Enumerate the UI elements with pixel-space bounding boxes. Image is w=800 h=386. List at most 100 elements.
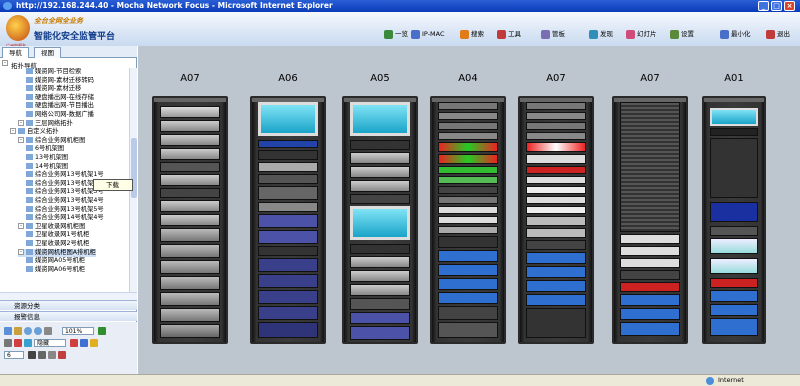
switch-unit[interactable] (526, 154, 586, 164)
server-unit[interactable] (350, 256, 410, 268)
storage-unit[interactable] (710, 318, 758, 336)
tree-item[interactable]: 媒资网-素材迁移转码 (26, 76, 94, 85)
storage-unit[interactable] (350, 312, 410, 324)
storage-unit[interactable] (620, 322, 680, 336)
keyboard-unit[interactable] (710, 128, 758, 136)
rack-cabinet[interactable] (152, 96, 228, 344)
patch-panel[interactable] (526, 122, 586, 130)
storage-unit[interactable] (620, 294, 680, 306)
hand-tool-icon[interactable] (14, 327, 22, 335)
blank-panel[interactable] (620, 270, 680, 280)
power-unit[interactable] (710, 278, 758, 288)
pen-icon[interactable] (14, 339, 22, 347)
tree-item[interactable]: 卫星收录网1号机柜 (26, 231, 89, 239)
chart-display-unit[interactable] (710, 258, 758, 274)
zoom-in-icon[interactable] (24, 327, 32, 335)
blank-panel[interactable] (526, 240, 586, 250)
tree-item[interactable]: 综合业务网13号机架4号 (26, 197, 104, 205)
tree-item[interactable]: - 综合业务网机柜图 (18, 136, 85, 145)
network-unit[interactable] (526, 252, 586, 264)
server-unit[interactable] (160, 120, 220, 132)
rack-cabinet[interactable] (430, 96, 506, 344)
storage-unit[interactable] (258, 214, 318, 228)
blank-panel[interactable] (160, 188, 220, 198)
server-unit[interactable] (160, 200, 220, 212)
select-tool-icon[interactable] (4, 327, 12, 335)
patch-panel[interactable] (438, 216, 498, 224)
tree-item[interactable]: - 媒资网机柜图A排机柜 (18, 248, 96, 257)
switch-unit[interactable] (438, 166, 498, 174)
server-unit[interactable] (160, 228, 220, 242)
text-icon[interactable] (24, 339, 32, 347)
keyboard-unit[interactable] (350, 244, 410, 254)
tree-item[interactable]: 媒资网A06号机柜 (26, 265, 85, 274)
patch-panel[interactable] (526, 196, 586, 204)
patch-panel[interactable] (438, 196, 498, 204)
underline-icon[interactable] (48, 351, 56, 359)
storage-unit[interactable] (258, 274, 318, 288)
tree-item[interactable]: 媒资网-素材迁移 (26, 85, 81, 93)
monitor-unit[interactable] (710, 108, 758, 126)
expand-icon[interactable]: - (18, 136, 24, 143)
blank-panel[interactable] (258, 246, 318, 256)
server-unit[interactable] (160, 174, 220, 186)
kvm-unit[interactable] (258, 140, 318, 148)
patch-panel[interactable] (526, 176, 586, 184)
server-unit[interactable] (160, 106, 220, 118)
fit-icon[interactable] (44, 327, 52, 335)
toolbar-slideshow-button[interactable]: 幻灯片 (626, 28, 657, 40)
patch-panel[interactable] (438, 102, 498, 110)
tree-item[interactable]: 综合业务网14号机架4号 (26, 214, 104, 222)
expand-icon[interactable]: - (18, 119, 24, 126)
patch-panel[interactable] (438, 186, 498, 194)
tree-horizontal-scrollbar[interactable] (0, 292, 137, 300)
maximize-window-button[interactable]: □ (771, 1, 782, 11)
fill-color-icon[interactable] (70, 339, 78, 347)
expand-icon[interactable]: - (18, 222, 24, 229)
tree-item[interactable]: 综合业务网13号机架5号 (26, 205, 104, 214)
network-unit[interactable] (526, 294, 586, 306)
server-unit[interactable] (258, 186, 318, 200)
alarm-info-panel[interactable]: 报警信息 (0, 311, 137, 321)
monitor-unit[interactable] (350, 102, 410, 136)
refresh-icon[interactable] (98, 327, 106, 335)
switch-unit[interactable] (258, 174, 318, 184)
rack-cabinet[interactable] (518, 96, 594, 344)
tree-item[interactable]: 网络公司网-数据广播 (26, 111, 94, 119)
switch-unit[interactable] (438, 176, 498, 184)
blank-panel[interactable] (438, 306, 498, 320)
server-unit[interactable] (350, 152, 410, 164)
keyboard-unit[interactable] (258, 150, 318, 160)
zoom-out-icon[interactable] (34, 327, 42, 335)
toolbar-minimize-button[interactable]: 最小化 (720, 28, 751, 40)
tree-item[interactable]: 14号机架图 (26, 162, 68, 171)
download-popup[interactable]: 下载 (93, 179, 133, 191)
tree-item[interactable]: 综合业务网13号机架1号 (26, 171, 104, 179)
server-unit[interactable] (350, 180, 410, 192)
server-unit[interactable] (160, 244, 220, 258)
server-unit[interactable] (620, 246, 680, 256)
highlight-icon[interactable] (90, 339, 98, 347)
network-unit[interactable] (438, 292, 498, 304)
blank-panel[interactable] (526, 308, 586, 338)
switch-unit[interactable] (160, 162, 220, 172)
network-unit[interactable] (438, 250, 498, 262)
switch-unit[interactable] (350, 298, 410, 310)
rack-view-canvas[interactable]: A07 A06 A05 A04 A07 A07 A01 (138, 46, 800, 374)
server-unit[interactable] (620, 258, 680, 268)
toolbar-panel-button[interactable]: 管板 (541, 28, 565, 40)
patch-panel[interactable] (438, 206, 498, 214)
server-unit[interactable] (160, 292, 220, 306)
expand-icon[interactable]: - (10, 128, 16, 135)
server-unit[interactable] (160, 134, 220, 146)
toolbar-exit-button[interactable]: 退出 (766, 28, 790, 40)
chart-display-unit[interactable] (710, 238, 758, 254)
expand-icon[interactable]: - (18, 248, 24, 255)
toolbar-ip-mac-button[interactable]: IP-MAC (411, 28, 445, 40)
server-unit[interactable] (160, 260, 220, 274)
blank-panel[interactable] (350, 194, 410, 204)
blank-panel[interactable] (438, 322, 498, 338)
close-window-button[interactable]: × (784, 1, 795, 11)
rack-cabinet[interactable] (612, 96, 688, 344)
keyboard-unit[interactable] (350, 140, 410, 150)
